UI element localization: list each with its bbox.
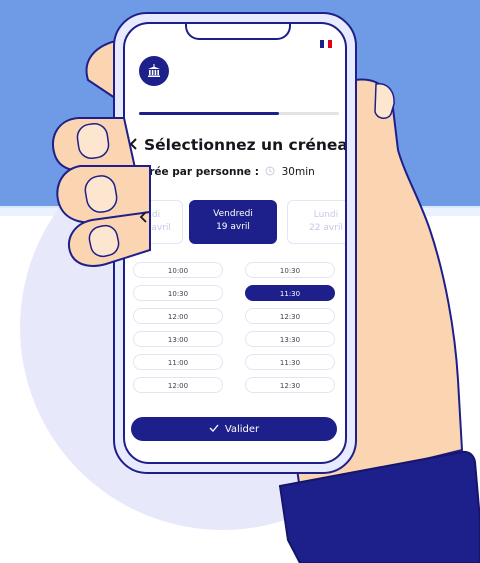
sleeve-cuff [278, 450, 480, 563]
